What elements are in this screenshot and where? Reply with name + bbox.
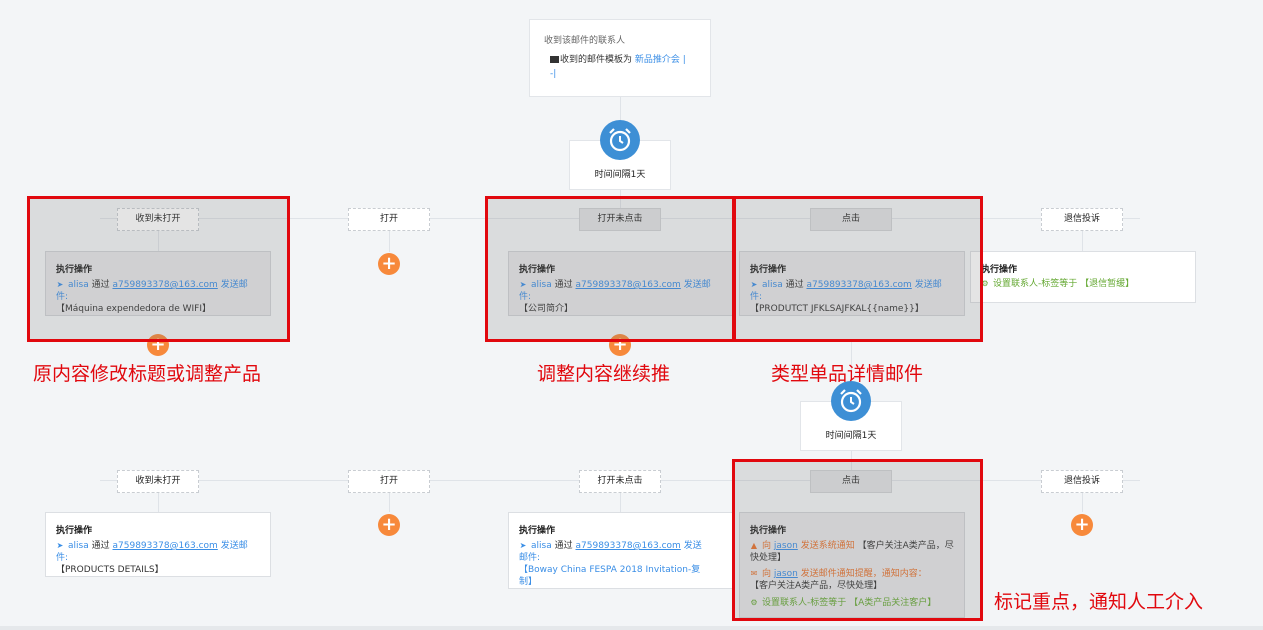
action-title: 执行操作 <box>981 265 1018 275</box>
connector-row2-b1 <box>158 492 159 512</box>
email-subject: 【Boway China FESPA 2018 Invitation-复制】 <box>519 565 701 587</box>
connector-row1-b5 <box>1082 230 1083 252</box>
row2-action-card-1[interactable]: 执行操作 ➤ alisa 通过 a759893378@163.com 发送邮件: … <box>45 512 271 577</box>
connector-row2-b3 <box>620 492 621 512</box>
action-send-email: ➤ alisa 通过 a759893378@163.com 发送邮件: 【PROD… <box>56 541 248 575</box>
action-title: 执行操作 <box>519 526 556 536</box>
start-node-title: 收到该邮件的联系人 <box>544 36 626 46</box>
email-subject: 【PRODUCTS DETAILS】 <box>56 565 164 575</box>
start-node-template: 收到的邮件模板为 新品推介会 | -| <box>550 53 690 81</box>
timer-label-2: 时间间隔1天 <box>825 431 877 441</box>
alarm-clock-icon <box>831 381 871 421</box>
branch-received-unopened[interactable]: 收到未打开 <box>117 470 199 493</box>
action-title: 执行操作 <box>56 526 93 536</box>
start-node-card[interactable]: 收到该邮件的联系人 收到的邮件模板为 新品推介会 | -| <box>529 19 711 97</box>
send-icon: ➤ <box>56 541 64 550</box>
sender-email-link[interactable]: a759893378@163.com <box>113 541 218 551</box>
highlight-box <box>27 196 290 342</box>
add-step-button[interactable]: + <box>1071 514 1093 536</box>
template-prefix: 收到的邮件模板为 <box>560 55 633 65</box>
annotation-3: 类型单品详情邮件 <box>771 363 924 385</box>
envelope-icon <box>550 56 559 63</box>
timer-label-1: 时间间隔1天 <box>594 170 646 180</box>
branch-opened[interactable]: 打开 <box>348 470 430 493</box>
branch-opened[interactable]: 打开 <box>348 208 430 231</box>
connector-row1-b2 <box>389 230 390 252</box>
branch-bounce-complaint[interactable]: 退信投诉 <box>1041 470 1123 493</box>
highlight-box <box>732 459 983 621</box>
connector-row2-b5 <box>1082 492 1083 512</box>
highlight-box <box>733 196 983 342</box>
annotation-1: 原内容修改标题或调整产品 <box>33 363 262 385</box>
row2-action-card-2[interactable]: 执行操作 ➤ alisa 通过 a759893378@163.com 发送邮件: … <box>508 512 734 589</box>
add-step-button[interactable]: + <box>378 514 400 536</box>
row1-action-card-4[interactable]: 执行操作 ⚙ 设置联系人-标签等于 【退信暂缓】 <box>970 251 1196 303</box>
alarm-clock-icon <box>600 120 640 160</box>
connector-row2-b2 <box>389 492 390 512</box>
sender-email-link[interactable]: a759893378@163.com <box>576 541 681 551</box>
branch-opened-not-clicked[interactable]: 打开未点击 <box>579 470 661 493</box>
annotation-4: 标记重点，通知人工介入 <box>994 591 1204 613</box>
add-step-button[interactable]: + <box>378 253 400 275</box>
highlight-box <box>485 196 735 342</box>
annotation-2: 调整内容继续推 <box>537 363 671 385</box>
action-set-tag: ⚙ 设置联系人-标签等于 【退信暂缓】 <box>981 279 1135 289</box>
action-send-email: ➤ alisa 通过 a759893378@163.com 发送邮件: 【Bowa… <box>519 541 702 587</box>
bottom-scrollbar-track[interactable] <box>0 626 1263 630</box>
send-icon: ➤ <box>519 541 527 550</box>
branch-bounce-complaint[interactable]: 退信投诉 <box>1041 208 1123 231</box>
